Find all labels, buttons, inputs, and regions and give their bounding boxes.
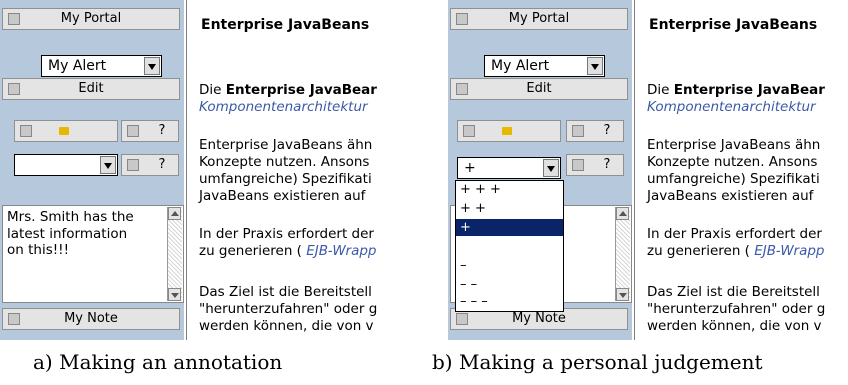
rating-help-button[interactable]: ? [121, 154, 179, 176]
paragraph-2-line: Konzepte nutzen. Ansons [199, 154, 370, 170]
chevron-down-icon [100, 156, 116, 174]
chevron-down-icon [587, 57, 603, 75]
content-area: Enterprise JavaBeans Die Enterprise Java… [634, 0, 828, 340]
paragraph-3-line: zu generieren ( EJB-Wrapp [199, 243, 377, 259]
help-button[interactable]: ? [566, 120, 624, 142]
my-note-button[interactable]: My Note [2, 308, 180, 330]
note-line: Mrs. Smith has the [7, 209, 134, 225]
my-portal-button[interactable]: My Portal [2, 8, 180, 30]
note-text: Mrs. Smith has the latest information on… [7, 209, 157, 259]
button-square-icon [127, 125, 139, 137]
note-scrollbar[interactable] [167, 207, 182, 301]
rating-option[interactable]: + + [456, 200, 563, 217]
page-title: Enterprise JavaBeans [649, 17, 818, 33]
page-title: Enterprise JavaBeans [201, 17, 370, 33]
alert-select[interactable]: My Alert [484, 55, 605, 77]
edit-button[interactable]: Edit [2, 78, 180, 100]
paragraph-3-line: In der Praxis erfordert der [199, 226, 374, 242]
paragraph-1-italic: Komponentenarchitektur [199, 99, 368, 115]
button-square-icon [20, 125, 32, 137]
edit-button[interactable]: Edit [450, 78, 628, 100]
help-label: ? [603, 123, 611, 138]
paragraph-1-italic: Komponentenarchitektur [647, 99, 816, 115]
caption-b: b) Making a personal judgement [432, 350, 763, 374]
folder-icon [59, 127, 69, 135]
my-note-label: My Note [512, 311, 566, 326]
rating-select[interactable] [14, 154, 118, 176]
help-label: ? [158, 157, 166, 172]
folder-button[interactable] [14, 120, 118, 142]
rating-select[interactable]: + [457, 157, 561, 179]
help-label: ? [158, 123, 166, 138]
chevron-down-icon [144, 57, 160, 75]
folder-icon [502, 127, 512, 135]
help-button[interactable]: ? [121, 120, 179, 142]
rating-dropdown-list[interactable]: + + + + + + – – – – – – [455, 180, 564, 312]
edit-label: Edit [526, 81, 552, 96]
note-textarea[interactable]: Mrs. Smith has the latest information on… [2, 205, 184, 303]
note-line: latest information [7, 225, 128, 242]
paragraph-1: Die Enterprise JavaBear [647, 82, 825, 98]
content-area: Enterprise JavaBeans Die Enterprise Java… [186, 0, 380, 340]
button-square-icon [127, 159, 139, 171]
paragraph-2-line: umfangreiche) Spezifikati [199, 171, 372, 187]
ejb-wrapper-link[interactable]: EJB-Wrapp [754, 243, 824, 259]
my-portal-label: My Portal [508, 11, 570, 26]
button-square-icon [572, 125, 584, 137]
my-portal-label: My Portal [60, 11, 122, 26]
paragraph-1: Die Enterprise JavaBear [199, 82, 377, 98]
rating-select-value: + [464, 160, 476, 176]
paragraph-4-line: werden können, die von v [199, 318, 374, 334]
paragraph-4-line: werden können, die von v [647, 318, 822, 334]
alert-select-value: My Alert [491, 58, 550, 74]
button-square-icon [572, 159, 584, 171]
paragraph-2-line: JavaBeans existieren auf [647, 188, 814, 204]
paragraph-2-line: Enterprise JavaBeans ähn [199, 137, 373, 153]
scroll-up-icon[interactable] [168, 207, 181, 220]
rating-option[interactable]: + [456, 219, 563, 236]
scroll-down-icon[interactable] [168, 288, 181, 301]
rating-option[interactable]: – [456, 257, 563, 274]
ejb-wrapper-link[interactable]: EJB-Wrapp [306, 243, 376, 259]
rating-option[interactable]: – – [456, 276, 563, 293]
edit-label: Edit [78, 81, 104, 96]
paragraph-4-line: "herunterzufahren" oder g [199, 301, 378, 317]
caption-a: a) Making an annotation [33, 350, 283, 374]
scroll-up-icon[interactable] [616, 207, 629, 220]
paragraph-4-line: Das Ziel ist die Bereitstell [199, 284, 372, 300]
button-square-icon [463, 125, 475, 137]
panel-a: My Portal My Alert Edit ? ? Mrs. Smith h… [0, 0, 380, 340]
paragraph-2-line: Enterprise JavaBeans ähn [647, 137, 821, 153]
note-line: on this!!! [7, 242, 69, 258]
chevron-down-icon [543, 159, 559, 177]
paragraph-3-line: In der Praxis erfordert der [647, 226, 822, 242]
note-scrollbar[interactable] [615, 207, 630, 301]
my-note-label: My Note [64, 311, 118, 326]
paragraph-3-line: zu generieren ( EJB-Wrapp [647, 243, 825, 259]
help-label: ? [603, 157, 611, 172]
scroll-down-icon[interactable] [616, 288, 629, 301]
folder-button[interactable] [457, 120, 561, 142]
rating-option[interactable]: + + + [456, 181, 563, 198]
paragraph-2-line: JavaBeans existieren auf [199, 188, 366, 204]
paragraph-2-line: umfangreiche) Spezifikati [647, 171, 820, 187]
rating-option[interactable]: – – – [456, 293, 563, 310]
alert-select[interactable]: My Alert [41, 55, 162, 77]
rating-help-button[interactable]: ? [566, 154, 624, 176]
rating-option[interactable] [456, 238, 563, 255]
alert-select-value: My Alert [48, 58, 107, 74]
my-portal-button[interactable]: My Portal [450, 8, 628, 30]
sidebar: My Portal My Alert Edit ? ? Mrs. Smith h… [0, 0, 184, 340]
paragraph-4-line: Das Ziel ist die Bereitstell [647, 284, 820, 300]
paragraph-2-line: Konzepte nutzen. Ansons [647, 154, 818, 170]
paragraph-4-line: "herunterzufahren" oder g [647, 301, 826, 317]
